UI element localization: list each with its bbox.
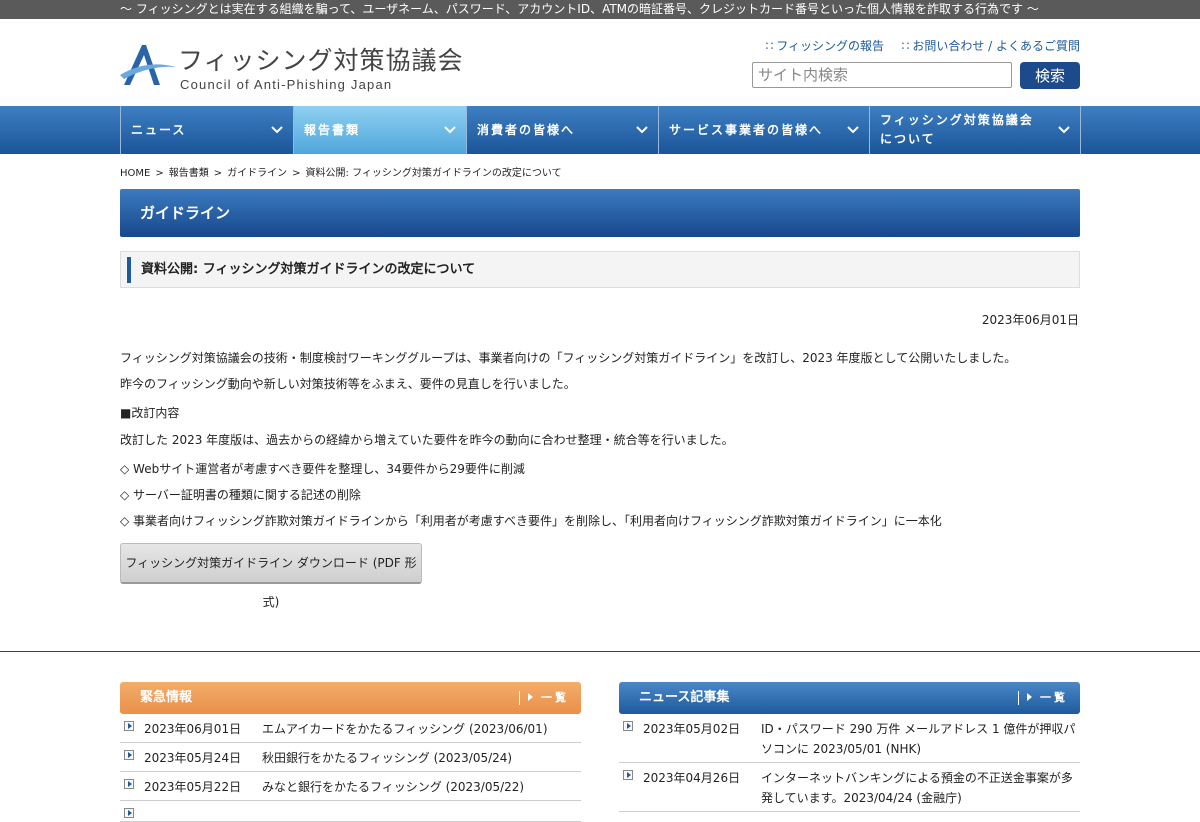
chevron-down-icon [271,126,283,134]
download-pdf-button[interactable]: フィッシング対策ガイドライン ダウンロード (PDF 形式) [120,543,422,609]
nav-item-label: 報告書類 [304,122,361,137]
item-date: 2023年05月02日 [643,722,741,736]
news-list-link[interactable]: 一覧 [1018,691,1068,705]
list-item[interactable]: 2023年04月26日 インターネットバンキングによる預金の不正送金事案が多発して… [619,763,1080,812]
bullet-dots-icon: ∷ [765,39,774,53]
divider [0,651,1200,652]
site-logo[interactable]: フィッシング対策協議会 Council of Anti-Phishing Jap… [120,41,463,111]
item-date: 2023年05月22日 [144,780,242,794]
nav-item-about[interactable]: フィッシング対策協議会 について [870,106,1081,154]
nav-about-line2: について [880,132,936,146]
news-list: 2023年05月02日 ID・パスワード 290 万件 メールアドレス 1 億件が… [619,714,1080,812]
urgent-info-header: 緊急情報 一覧 [120,682,581,714]
logo-japanese-text: フィッシング対策協議会 [178,46,464,75]
chevron-down-icon [1058,126,1070,134]
site-search: 検索 [752,62,1080,89]
article-title: 資料公開: フィッシング対策ガイドラインの改定について [120,251,1080,288]
search-input[interactable] [752,62,1012,88]
contact-faq-link[interactable]: お問い合わせ / よくあるご質問 [912,39,1080,53]
item-date: 2023年04月26日 [643,771,741,785]
chevron-down-icon [636,126,648,134]
urgent-list: 2023年06月01日 エムアイカードをかたるフィッシング (2023/06/01… [120,714,581,822]
revision-bullet: ◇ サーバー証明書の種類に関する記述の削除 [120,488,361,502]
urgent-info-panel: 緊急情報 一覧 2023年06月01日 エムアイカードをかたるフィッシング (20… [120,682,581,822]
logo-english-text: Council of Anti-Phishing Japan [180,77,393,92]
top-banner: 〜 フィッシングとは実在する組織を騙って、ユーザネーム、パスワード、アカウントI… [0,0,1200,19]
more-label: 一覧 [541,691,569,704]
arrow-bullet-icon [124,779,134,789]
arrow-bullet-icon [124,750,134,760]
chevron-down-icon [444,126,456,134]
revision-bullet: ◇ 事業者向けフィッシング詐欺対策ガイドラインから「利用者が考慮すべき要件」を削… [120,514,942,528]
breadcrumb-current: 資料公開: フィッシング対策ガイドラインの改定について [305,168,562,179]
arrow-bullet-icon [124,808,134,818]
chevron-down-icon [847,126,859,134]
paragraph: フィッシング対策協議会の技術・制度検討ワーキンググループは、事業者向けの「フィッ… [120,351,1017,365]
breadcrumb-separator: > [292,168,301,179]
nav-item-news[interactable]: ニュース [121,106,294,154]
item-date: 2023年05月24日 [144,751,242,765]
urgent-info-title: 緊急情報 [140,690,193,705]
list-item[interactable]: 2023年05月24日 秋田銀行をかたるフィッシング (2023/05/24) [120,743,581,772]
header-links: ∷ フィッシングの報告 ∷ お問い合わせ / よくあるご質問 [766,37,1080,54]
news-articles-header: ニュース記事集 一覧 [619,682,1080,714]
list-item[interactable]: 2023年05月22日 みなと銀行をかたるフィッシング (2023/05/22) [120,772,581,801]
arrow-right-icon [1027,693,1032,701]
arrow-bullet-icon [623,721,633,731]
search-button[interactable]: 検索 [1020,62,1080,89]
item-link[interactable]: みなと銀行をかたるフィッシング (2023/05/22) [262,780,524,794]
revision-bullet: ◇ Webサイト運営者が考慮すべき要件を整理し、34要件から29要件に削減 [120,462,525,476]
breadcrumb-separator: > [213,168,223,179]
site-header: フィッシング対策協議会 Council of Anti-Phishing Jap… [0,19,1200,106]
nav-item-label: 消費者の皆様へ [477,122,576,137]
arrow-bullet-icon [124,721,134,731]
item-link[interactable]: 秋田銀行をかたるフィッシング (2023/05/24) [262,751,512,765]
breadcrumb-home[interactable]: HOME [120,168,150,179]
item-link[interactable]: エムアイカードをかたるフィッシング (2023/06/01) [262,722,548,736]
item-date: 2023年06月01日 [144,722,242,736]
breadcrumb-separator: > [155,168,164,179]
list-item[interactable]: 2023年06月01日 エムアイカードをかたるフィッシング (2023/06/01… [120,714,581,743]
nav-item-reports[interactable]: 報告書類 [294,106,467,154]
arrow-right-icon [528,693,533,701]
nav-item-label: フィッシング対策協議会 について [880,111,1034,149]
nav-item-label: ニュース [131,122,187,137]
logo-mark-icon [120,45,176,85]
article-body: フィッシング対策協議会の技術・制度検討ワーキンググループは、事業者向けの「フィッ… [120,348,1080,534]
article-date: 2023年06月01日 [981,313,1079,327]
paragraph: 改訂した 2023 年度版は、過去からの経緯から増えていた要件を昨今の動向に合わ… [120,433,734,447]
phishing-report-link[interactable]: フィッシングの報告 [776,39,884,53]
main-nav: ニュース 報告書類 消費者の皆様へ サービス事業者の皆様へ フィッシング対策協議… [0,106,1200,154]
breadcrumb-reports[interactable]: 報告書類 [169,168,209,179]
breadcrumb-guidelines[interactable]: ガイドライン [227,168,287,179]
revision-heading: ■改訂内容 [120,406,180,420]
more-label: 一覧 [1040,691,1068,704]
list-item[interactable]: 2023年05月02日 ID・パスワード 290 万件 メールアドレス 1 億件が… [619,714,1080,763]
paragraph: 昨今のフィッシング動向や新しい対策技術等をふまえ、要件の見直しを行いました。 [120,377,576,391]
urgent-list-link[interactable]: 一覧 [519,691,569,705]
item-link[interactable]: インターネットバンキングによる預金の不正送金事案が多発しています。2023/04… [761,768,1080,808]
breadcrumb: HOME > 報告書類 > ガイドライン > 資料公開: フィッシング対策ガイドラインの改定… [120,164,562,179]
news-articles-panel: ニュース記事集 一覧 2023年05月02日 ID・パスワード 290 万件 メー… [619,682,1080,812]
list-item[interactable] [120,801,581,822]
nav-item-service-providers[interactable]: サービス事業者の皆様へ [659,106,870,154]
nav-item-consumers[interactable]: 消費者の皆様へ [467,106,659,154]
nav-about-line1: フィッシング対策協議会 [880,113,1034,127]
news-articles-title: ニュース記事集 [639,690,730,705]
item-link[interactable]: ID・パスワード 290 万件 メールアドレス 1 億件が押収パソコンに 202… [761,719,1080,759]
section-title: ガイドライン [120,189,1080,237]
bullet-dots-icon: ∷ [901,39,910,53]
arrow-bullet-icon [623,770,633,780]
nav-item-label: サービス事業者の皆様へ [669,122,824,137]
